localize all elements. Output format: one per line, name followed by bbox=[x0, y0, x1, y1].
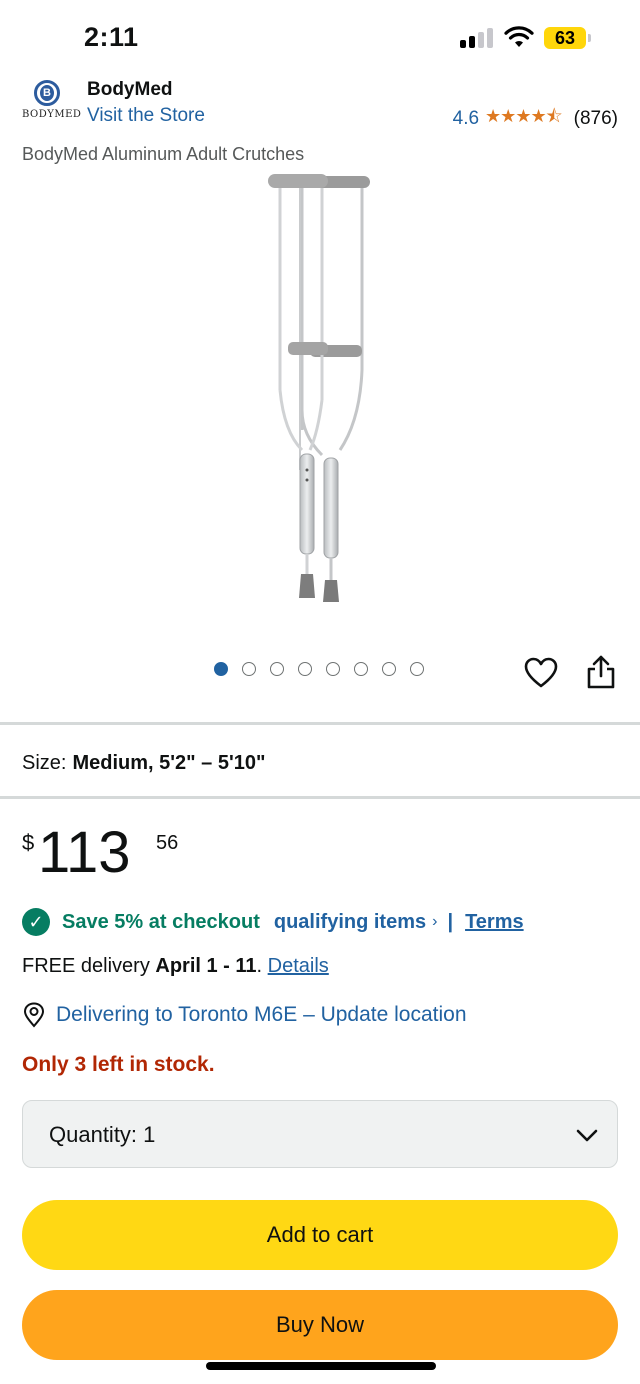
price-fraction: 56 bbox=[156, 832, 179, 854]
store-logo-letter: B bbox=[40, 85, 54, 101]
checkmark-icon: ✓ bbox=[22, 908, 50, 936]
store-logo-emblem: B bbox=[34, 80, 60, 106]
quantity-value: 1 bbox=[143, 1122, 156, 1147]
location-text: Delivering to Toronto M6E – Update locat… bbox=[56, 1003, 467, 1026]
delivery-prefix: FREE delivery bbox=[22, 955, 156, 977]
product-title: BodyMed Aluminum Adult Crutches bbox=[22, 144, 305, 164]
rating-count: (876) bbox=[573, 108, 618, 129]
promo-row: ✓ Save 5% at checkout qualifying items ›… bbox=[22, 908, 524, 936]
cellular-signal-icon bbox=[460, 28, 494, 48]
add-to-cart-button[interactable]: Add to cart bbox=[22, 1200, 618, 1270]
carousel-dot[interactable] bbox=[410, 662, 424, 676]
product-image[interactable] bbox=[240, 170, 400, 610]
price-whole: 113 bbox=[38, 820, 131, 885]
carousel-dot[interactable] bbox=[354, 662, 368, 676]
carousel-dot[interactable] bbox=[382, 662, 396, 676]
price-currency: $ bbox=[22, 830, 35, 855]
quantity-select[interactable]: Quantity: 1 bbox=[22, 1100, 618, 1168]
section-divider bbox=[0, 722, 640, 725]
section-divider bbox=[0, 796, 640, 799]
chevron-right-icon: › bbox=[432, 913, 438, 930]
home-indicator[interactable] bbox=[206, 1362, 436, 1370]
share-icon[interactable] bbox=[586, 654, 616, 690]
delivery-info: FREE delivery April 1 - 11. Details bbox=[22, 955, 329, 978]
qualifying-items-link[interactable]: qualifying items bbox=[274, 911, 426, 934]
rating-summary[interactable]: 4.6 ★★★★⯪ (876) bbox=[453, 104, 618, 134]
store-logo[interactable]: B BODYMED bbox=[22, 76, 81, 124]
store-logo-wordmark: BODYMED bbox=[22, 109, 82, 120]
buy-now-button[interactable]: Buy Now bbox=[22, 1290, 618, 1360]
size-selector[interactable]: Size: Medium, 5'2" – 5'10" bbox=[22, 752, 265, 775]
save-text: Save 5% at checkout bbox=[62, 910, 260, 933]
quantity-label-text: Quantity: bbox=[49, 1122, 138, 1147]
battery-icon: 63 bbox=[544, 27, 586, 49]
delivery-suffix: . bbox=[256, 955, 268, 977]
visit-store-link[interactable]: Visit the Store bbox=[87, 105, 205, 127]
star-rating-icon: ★★★★⯪ bbox=[485, 106, 563, 126]
delivery-details-link[interactable]: Details bbox=[268, 955, 329, 977]
delivery-date: April 1 - 11 bbox=[155, 955, 257, 977]
carousel-dot[interactable] bbox=[298, 662, 312, 676]
terms-link[interactable]: Terms bbox=[465, 911, 524, 934]
status-bar: 2:11 63 bbox=[0, 0, 640, 74]
location-pin-icon bbox=[23, 1002, 45, 1028]
separator: | bbox=[447, 910, 454, 933]
rating-value: 4.6 bbox=[452, 108, 480, 129]
battery-tip bbox=[588, 34, 591, 42]
carousel-dot[interactable] bbox=[326, 662, 340, 676]
status-time: 2:11 bbox=[84, 22, 139, 52]
wifi-icon bbox=[504, 26, 534, 47]
carousel-dot[interactable] bbox=[242, 662, 256, 676]
carousel-dot[interactable] bbox=[214, 662, 228, 676]
carousel-dot[interactable] bbox=[270, 662, 284, 676]
quantity-label: Quantity: 1 bbox=[49, 1122, 155, 1148]
delivery-location-link[interactable]: Delivering to Toronto M6E – Update locat… bbox=[22, 1002, 467, 1028]
chevron-down-icon bbox=[576, 1129, 598, 1142]
stock-status: Only 3 left in stock. bbox=[22, 1053, 215, 1076]
size-label: Size: bbox=[22, 752, 67, 774]
image-carousel-dots[interactable] bbox=[214, 662, 424, 676]
size-value: Medium, 5'2" – 5'10" bbox=[72, 752, 266, 774]
heart-icon[interactable] bbox=[524, 656, 558, 690]
store-name: BodyMed bbox=[87, 79, 173, 100]
